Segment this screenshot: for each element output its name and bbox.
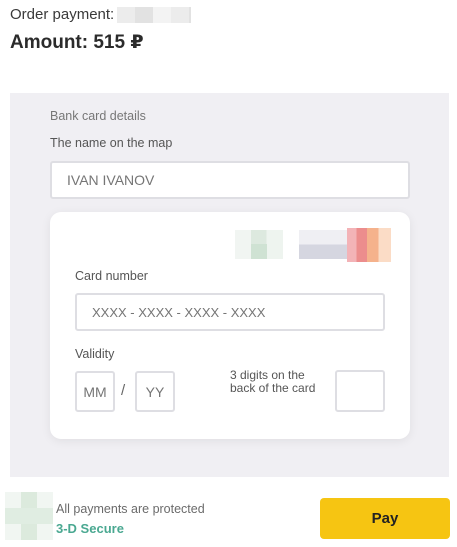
panel-title: Bank card details [50, 109, 146, 123]
order-payment-label: Order payment: [10, 6, 115, 23]
validity-label: Validity [75, 347, 115, 361]
pay-button[interactable]: Pay [320, 498, 450, 539]
secure-shield-icon [5, 492, 53, 540]
expiry-year-input[interactable] [135, 371, 175, 412]
cvv-input[interactable] [335, 370, 385, 412]
mastercard-logo [347, 228, 391, 262]
card-number-input[interactable] [75, 293, 385, 331]
order-payment-line: Order payment: [10, 6, 192, 23]
cardholder-name-label: The name on the map [50, 136, 173, 150]
protected-text: All payments are protected [56, 502, 205, 516]
amount-display: Amount: 515 ₽ [10, 32, 144, 53]
payment-system-logo [299, 230, 347, 259]
expiry-separator: / [121, 382, 126, 399]
card-number-label: Card number [75, 269, 148, 283]
expiry-month-input[interactable] [75, 371, 115, 412]
card-form: Card number Validity / 3 digits on the b… [50, 212, 410, 439]
secure-3ds-link[interactable]: 3-D Secure [56, 521, 124, 536]
cardholder-name-input[interactable] [50, 161, 410, 199]
cvv-label: 3 digits on the back of the card [230, 368, 316, 395]
order-id-redacted [117, 6, 192, 23]
payment-system-logo [235, 230, 283, 259]
